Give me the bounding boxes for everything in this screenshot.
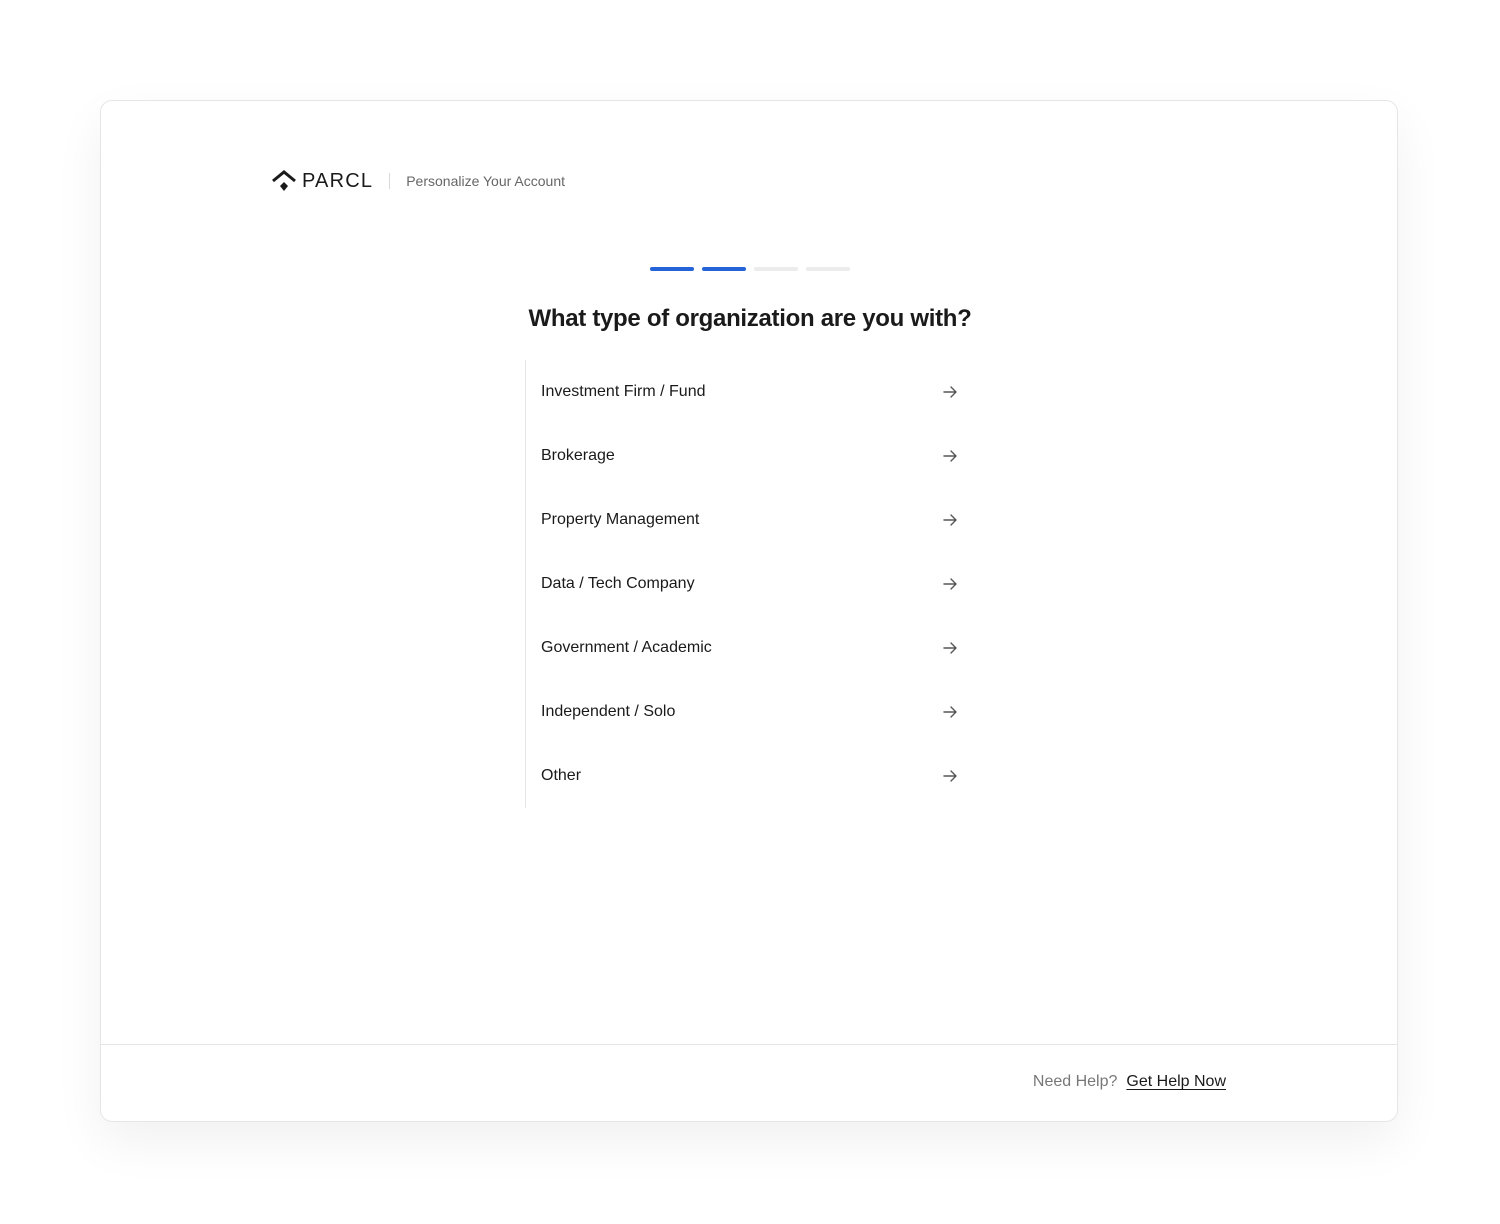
option-label: Government / Academic xyxy=(541,639,712,656)
organization-options-list: Investment Firm / Fund Brokerage Propert… xyxy=(525,360,966,808)
parcl-logo: PARCL xyxy=(272,170,373,193)
header-divider xyxy=(389,173,391,189)
progress-indicator xyxy=(650,267,850,271)
option-independent-solo[interactable]: Independent / Solo xyxy=(526,680,966,744)
onboarding-card: PARCL Personalize Your Account What type… xyxy=(100,100,1398,1122)
option-label: Data / Tech Company xyxy=(541,575,695,592)
arrow-right-icon xyxy=(942,384,958,400)
progress-step-1 xyxy=(650,267,694,271)
option-investment-firm[interactable]: Investment Firm / Fund xyxy=(526,360,966,424)
parcl-logo-icon xyxy=(272,170,296,191)
header: PARCL Personalize Your Account xyxy=(272,168,565,194)
option-brokerage[interactable]: Brokerage xyxy=(526,424,966,488)
header-subtitle: Personalize Your Account xyxy=(406,173,565,189)
progress-step-4 xyxy=(806,267,850,271)
progress-step-3 xyxy=(754,267,798,271)
help-text: Need Help? xyxy=(1032,1073,1118,1090)
logo-text: PARCL xyxy=(302,169,374,192)
option-data-tech-company[interactable]: Data / Tech Company xyxy=(526,552,966,616)
page-title: What type of organization are you with? xyxy=(528,305,972,332)
get-help-link[interactable]: Get Help Now xyxy=(1126,1073,1226,1091)
option-label: Brokerage xyxy=(541,447,615,464)
arrow-right-icon xyxy=(942,704,958,720)
option-property-management[interactable]: Property Management xyxy=(526,488,966,552)
option-label: Property Management xyxy=(541,511,700,528)
arrow-right-icon xyxy=(942,576,958,592)
option-label: Investment Firm / Fund xyxy=(541,383,706,400)
arrow-right-icon xyxy=(942,448,958,464)
arrow-right-icon xyxy=(942,768,958,784)
arrow-right-icon xyxy=(942,512,958,528)
option-other[interactable]: Other xyxy=(526,744,966,808)
option-government-academic[interactable]: Government / Academic xyxy=(526,616,966,680)
option-label: Other xyxy=(541,767,582,784)
arrow-right-icon xyxy=(942,640,958,656)
footer: Need Help? Get Help Now xyxy=(1033,1073,1226,1091)
progress-step-2 xyxy=(702,267,746,271)
option-label: Independent / Solo xyxy=(541,703,676,720)
footer-divider xyxy=(101,1044,1397,1045)
